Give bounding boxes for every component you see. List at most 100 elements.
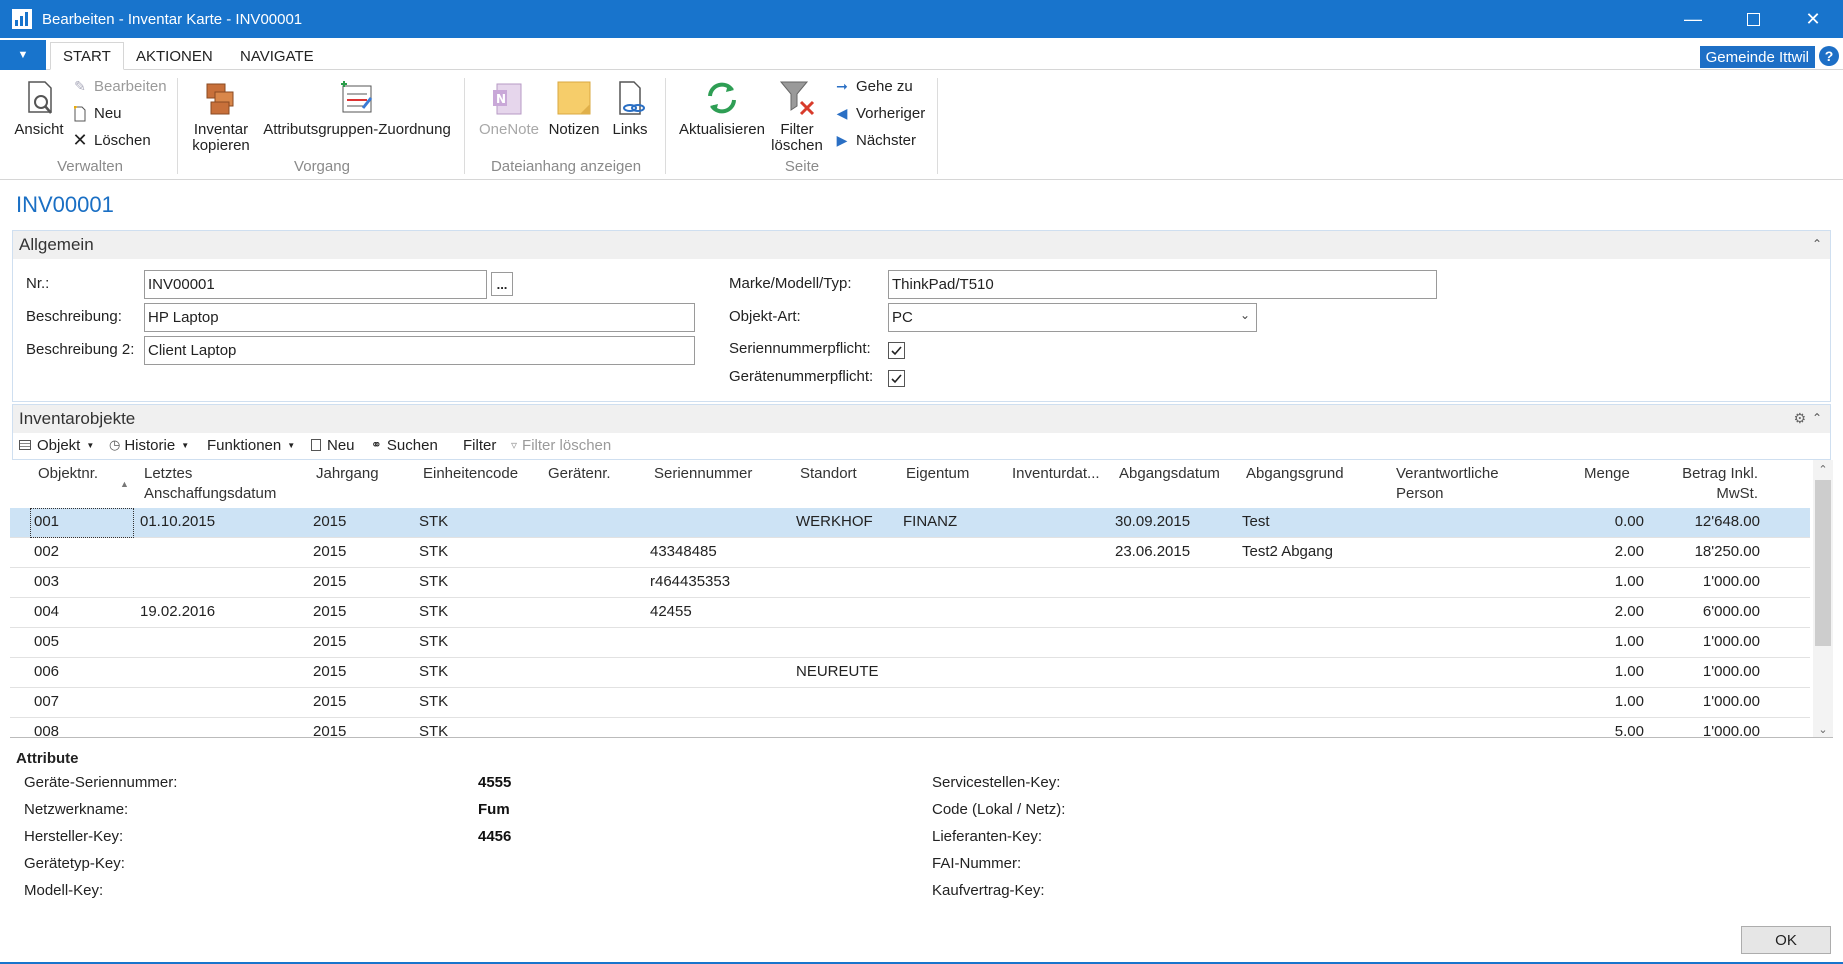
table-row[interactable]: 006 2015 STK NEUREUTE 1.00 1'000.00 [10,658,1810,688]
list-neu-button[interactable]: Neu [311,437,355,454]
cell-einheit[interactable]: STK [419,603,448,620]
cell-jahrgang[interactable]: 2015 [313,543,346,560]
table-row[interactable]: 005 2015 STK 1.00 1'000.00 [10,628,1810,658]
cell-abgangsdatum[interactable]: 23.06.2015 [1115,543,1190,560]
tab-aktionen[interactable]: AKTIONEN [124,42,225,70]
objektart-select[interactable]: PC ⌄ [888,303,1257,332]
cell-serien[interactable]: 43348485 [650,543,717,560]
cell-einheit[interactable]: STK [419,663,448,680]
application-menu-button[interactable]: ▼ [0,40,46,70]
beschreibung2-field[interactable]: Client Laptop [144,336,695,365]
beschreibung-field[interactable]: HP Laptop [144,303,695,332]
cell-objektnr[interactable]: 005 [34,633,59,650]
cell-jahrgang[interactable]: 2015 [313,663,346,680]
cell-menge[interactable]: 0.00 [1590,513,1644,530]
collapse-icon[interactable]: ⌃ [1812,237,1822,251]
attributsgruppen-zuordnung-button[interactable]: Attributsgruppen-Zuordnung [258,78,456,138]
naechster-button[interactable]: ▶ Nächster [834,132,916,149]
ansicht-button[interactable]: Ansicht [12,78,66,138]
assist-edit-button[interactable]: ... [491,272,513,296]
col-abgangsgrund[interactable]: Abgangsgrund [1246,464,1344,484]
cell-anschaffung[interactable]: 01.10.2015 [140,513,215,530]
cell-jahrgang[interactable]: 2015 [313,633,346,650]
table-row[interactable]: 007 2015 STK 1.00 1'000.00 [10,688,1810,718]
maximize-button[interactable] [1723,0,1783,38]
col-verantwortliche-person[interactable]: Verantwortliche Person [1396,464,1499,504]
neu-button[interactable]: Neu [72,105,122,122]
col-standort[interactable]: Standort [800,464,857,484]
cell-standort[interactable]: WERKHOF [796,513,873,530]
bearbeiten-button[interactable]: ✎ Bearbeiten [72,78,166,95]
cell-jahrgang[interactable]: 2015 [313,693,346,710]
cell-betrag[interactable]: 18'250.00 [1660,543,1760,560]
cell-einheit[interactable]: STK [419,693,448,710]
objekt-menu[interactable]: Objekt ▼ [19,437,94,454]
cell-einheit[interactable]: STK [419,543,448,560]
scroll-up-icon[interactable]: ⌃ [1813,460,1833,478]
col-menge[interactable]: Menge [1584,464,1630,484]
cell-betrag[interactable]: 1'000.00 [1660,633,1760,650]
cell-anschaffung[interactable]: 19.02.2016 [140,603,215,620]
vorheriger-button[interactable]: ◀ Vorheriger [834,105,926,122]
cell-menge[interactable]: 1.00 [1590,573,1644,590]
cell-menge[interactable]: 1.00 [1590,663,1644,680]
tab-navigate[interactable]: NAVIGATE [228,42,326,70]
list-filter-loeschen-button[interactable]: ▿ Filter löschen [511,437,611,454]
table-row[interactable]: 004 19.02.2016 2015 STK 42455 2.00 6'000.00 [10,598,1810,628]
col-inventurdatum[interactable]: Inventurdat... [1012,464,1100,484]
cell-jahrgang[interactable]: 2015 [313,573,346,590]
suchen-button[interactable]: ⚭ Suchen [371,437,438,454]
vertical-scrollbar[interactable]: ⌃ ⌄ [1813,460,1833,737]
cell-serien[interactable]: 42455 [650,603,692,620]
cell-menge[interactable]: 1.00 [1590,633,1644,650]
cell-betrag[interactable]: 12'648.00 [1660,513,1760,530]
inventar-kopieren-button[interactable]: Inventar kopieren [188,78,254,154]
col-letztes[interactable]: Letztes Anschaffungsdatum [144,464,276,504]
cell-objektnr[interactable]: 008 [34,723,59,737]
cell-abgangsdatum[interactable]: 30.09.2015 [1115,513,1190,530]
col-einheitencode[interactable]: Einheitencode [423,464,518,484]
scrollbar-thumb[interactable] [1815,480,1831,646]
col-geraetenr[interactable]: Gerätenr. [548,464,611,484]
aktualisieren-button[interactable]: Aktualisieren [676,78,768,138]
historie-menu[interactable]: ◷ Historie ▼ [109,437,189,454]
section-header-allgemein[interactable]: Allgemein ⌃ [13,231,1830,259]
cell-betrag[interactable]: 1'000.00 [1660,663,1760,680]
funktionen-menu[interactable]: Funktionen ▼ [207,437,295,454]
notizen-button[interactable]: Notizen [544,78,604,138]
section-header-inventarobjekte[interactable]: Inventarobjekte ⚙ ⌃ [13,405,1830,433]
filter-button[interactable]: Filter [463,437,496,454]
col-abgangsdatum[interactable]: Abgangsdatum [1119,464,1220,484]
seriennummerpflicht-checkbox[interactable] [888,342,905,359]
cell-einheit[interactable]: STK [419,513,448,530]
cell-menge[interactable]: 1.00 [1590,693,1644,710]
col-eigentum[interactable]: Eigentum [906,464,969,484]
col-seriennummer[interactable]: Seriennummer [654,464,752,484]
cell-objektnr[interactable]: 003 [34,573,59,590]
filter-loeschen-button[interactable]: Filter löschen [768,78,826,154]
table-row[interactable]: 003 2015 STK r464435353 1.00 1'000.00 [10,568,1810,598]
cell-abgangsgrund[interactable]: Test2 Abgang [1242,543,1333,560]
cell-menge[interactable]: 2.00 [1590,603,1644,620]
cell-betrag[interactable]: 6'000.00 [1660,603,1760,620]
nr-field[interactable]: INV00001 [144,270,487,299]
cell-betrag[interactable]: 1'000.00 [1660,573,1760,590]
cell-menge[interactable]: 2.00 [1590,543,1644,560]
cell-einheit[interactable]: STK [419,573,448,590]
tab-start[interactable]: START [50,42,124,70]
cell-jahrgang[interactable]: 2015 [313,513,346,530]
cell-objektnr[interactable]: 002 [34,543,59,560]
gehe-zu-button[interactable]: ➞ Gehe zu [834,78,913,95]
cell-objektnr[interactable]: 001 [34,513,59,530]
cell-objektnr[interactable]: 007 [34,693,59,710]
help-icon[interactable]: ? [1819,46,1839,66]
cell-jahrgang[interactable]: 2015 [313,723,346,737]
cell-serien[interactable]: r464435353 [650,573,730,590]
col-objektnr[interactable]: Objektnr. [38,464,98,484]
cell-standort[interactable]: NEUREUTE [796,663,879,680]
marke-field[interactable]: ThinkPad/T510 [888,270,1437,299]
cell-betrag[interactable]: 1'000.00 [1660,693,1760,710]
cell-objektnr[interactable]: 006 [34,663,59,680]
minimize-button[interactable]: — [1663,0,1723,38]
geraetenummerpflicht-checkbox[interactable] [888,370,905,387]
